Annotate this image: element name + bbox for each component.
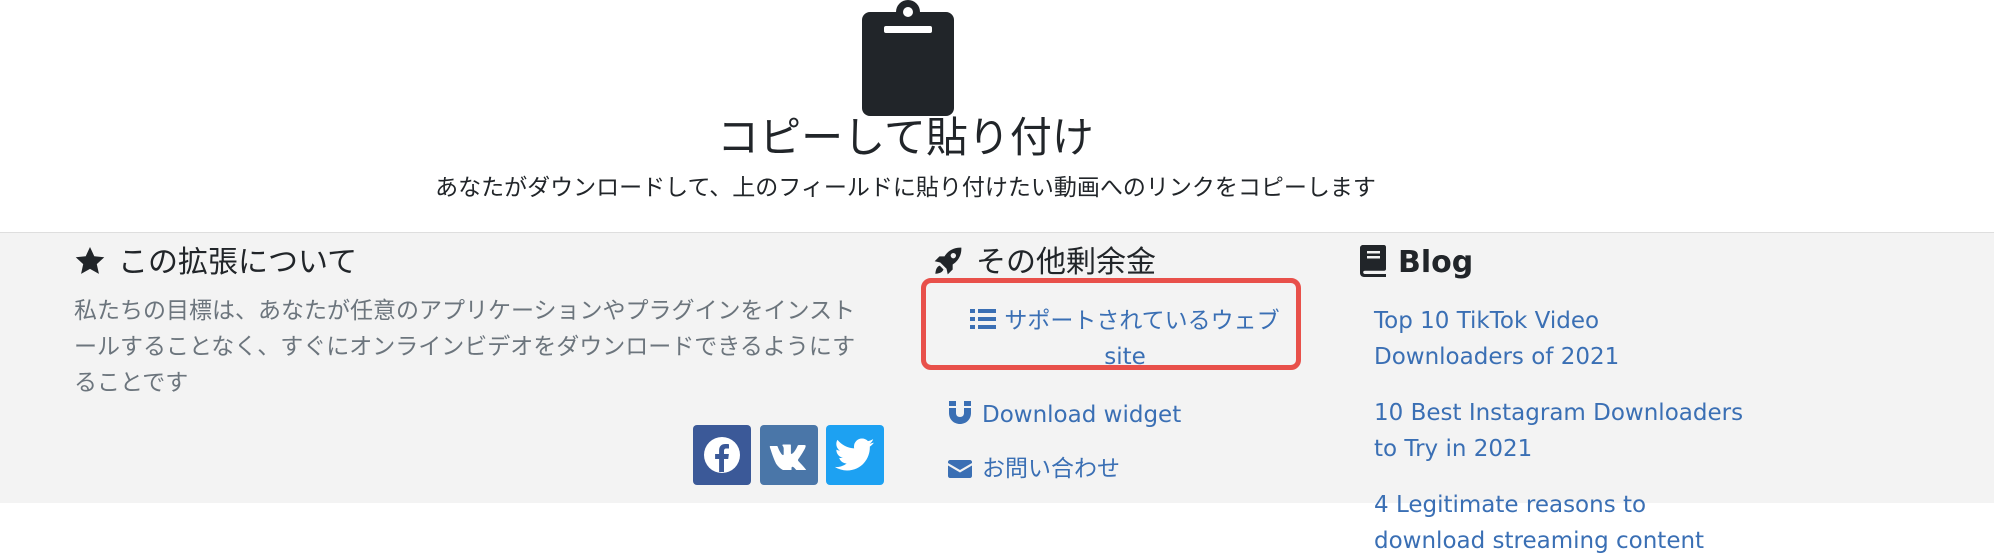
about-text: 私たちの目標は、あなたが任意のアプリケーションやプラグインをインストールすること… [74, 298, 856, 396]
supported-sites-label-2: site [1104, 344, 1146, 370]
list-icon [970, 309, 997, 329]
magnet-icon [949, 401, 971, 424]
blog-post-link[interactable]: 10 Best Instagram Downloaders to Try in … [1374, 395, 1754, 467]
blog-post-line: 10 Best Instagram Downloaders [1374, 400, 1744, 426]
contact-label: お問い合わせ [982, 456, 1120, 482]
blog-post-link[interactable]: 4 Legitimate reasons to download streami… [1374, 487, 1754, 559]
other-heading: その他剰余金 [932, 243, 1156, 283]
clipboard-icon [862, 0, 954, 116]
rocket-icon [934, 247, 962, 275]
page-subtitle: あなたがダウンロードして、上のフィールドに貼り付けたい動画へのリンクをコピーしま… [435, 175, 1376, 201]
twitter-button[interactable] [826, 425, 884, 485]
twitter-icon [835, 438, 875, 471]
download-widget-link[interactable]: Download widget [948, 397, 1181, 433]
hero-section: コピーして貼り付け あなたがダウンロードして、上のフィールドに貼り付けたい動画へ… [0, 0, 1994, 232]
blog-post-line: 4 Legitimate reasons to [1374, 492, 1647, 518]
blog-heading: Blog [1360, 243, 1473, 283]
contact-link[interactable]: お問い合わせ [948, 451, 1120, 487]
blog-title: Blog [1398, 245, 1474, 280]
supported-sites-link[interactable]: サポートされているウェブ site [958, 303, 1292, 375]
book-icon [1360, 245, 1386, 277]
blog-post-line: Top 10 TikTok Video [1374, 308, 1600, 334]
facebook-icon [704, 437, 740, 473]
about-title: この拡張について [118, 245, 358, 280]
blog-post-line: download streaming content [1374, 528, 1705, 554]
page-title: コピーして貼り付け [717, 113, 1094, 162]
other-title: その他剰余金 [976, 245, 1156, 280]
supported-sites-label: サポートされているウェブ [1004, 308, 1280, 334]
facebook-button[interactable] [693, 425, 751, 485]
footer: この拡張について 私たちの目標は、あなたが任意のアプリケーションやプラグインをイ… [0, 232, 1994, 554]
blog-post-line: to Try in 2021 [1374, 436, 1533, 462]
vk-button[interactable] [760, 425, 818, 485]
envelope-icon [948, 460, 972, 478]
about-heading: この拡張について [74, 243, 357, 283]
star-icon [75, 247, 105, 274]
blog-post-line: Downloaders of 2021 [1374, 344, 1620, 370]
blog-post-link[interactable]: Top 10 TikTok Video Downloaders of 2021 [1374, 303, 1754, 375]
vk-icon [769, 444, 807, 470]
download-widget-label: Download widget [982, 402, 1182, 428]
